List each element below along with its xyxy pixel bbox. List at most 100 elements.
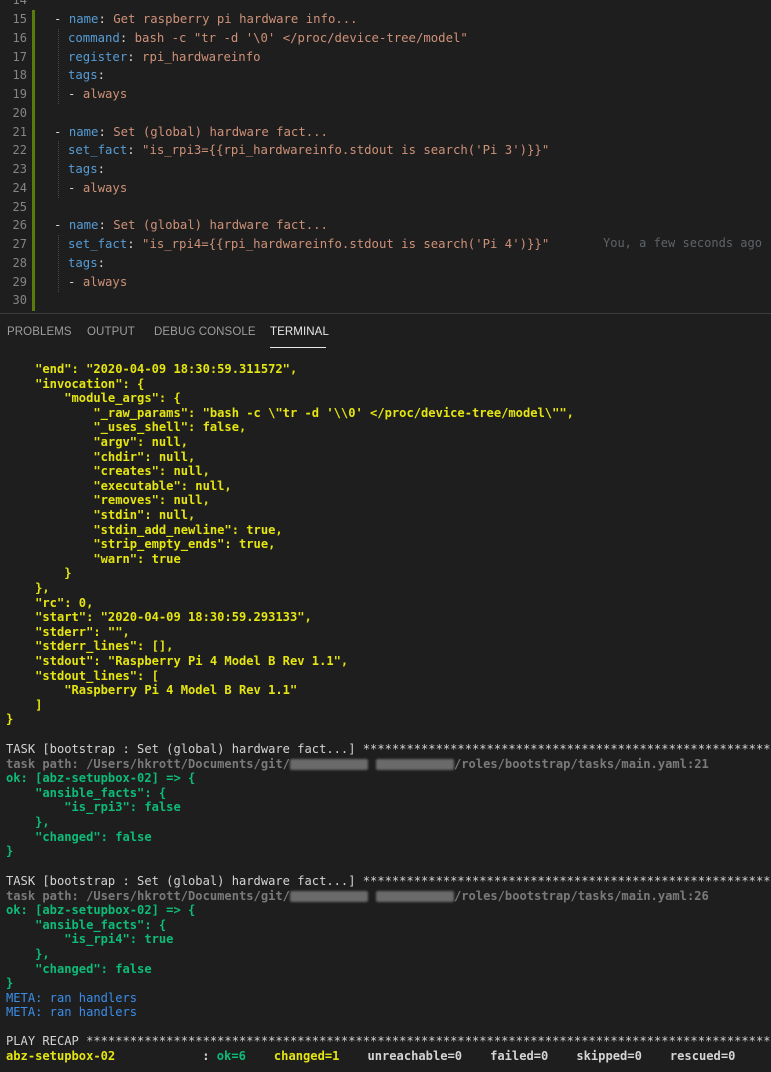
- line-number: 14: [12, 0, 27, 7]
- line-number: 15: [12, 12, 27, 26]
- task-path: task path: /Users/hkrott/Documents/git//…: [6, 888, 709, 903]
- code-line[interactable]: tags:: [68, 254, 105, 273]
- code-line[interactable]: - always: [68, 273, 127, 292]
- recap-ok: ok=6: [216, 1048, 246, 1063]
- task-header: TASK [bootstrap : Set (global) hardware …: [6, 874, 771, 888]
- terminal-line: "chdir": null,: [6, 449, 196, 464]
- terminal-output[interactable]: "end": "2020-04-09 18:30:59.311572", "in…: [0, 350, 771, 1072]
- git-added-indicator: [32, 10, 35, 311]
- terminal-line: "strip_empty_ends": true,: [6, 537, 276, 552]
- code-line[interactable]: tags:: [68, 160, 105, 179]
- line-number: 25: [12, 200, 27, 214]
- play-recap-row: abz-setupbox-02: ok=6 changed=1 unreachabl…: [6, 1048, 736, 1063]
- code-line[interactable]: - always: [68, 179, 127, 198]
- line-number: 28: [12, 256, 27, 270]
- task-header: TASK [bootstrap : Set (global) hardware …: [6, 742, 771, 756]
- terminal-line: }: [6, 976, 14, 991]
- code-editor[interactable]: 14 15 16 17 18 19 20 21 22 23 24 25 26 2…: [0, 0, 771, 313]
- line-number: 29: [12, 275, 27, 289]
- terminal-line: },: [6, 815, 50, 829]
- code-line[interactable]: tags:: [68, 66, 105, 85]
- line-number: 21: [12, 125, 27, 139]
- line-number: 23: [12, 162, 27, 176]
- line-number: 20: [12, 106, 27, 120]
- tab-terminal[interactable]: TERMINAL: [270, 326, 329, 338]
- terminal-line: "stdout": "Raspberry Pi 4 Model B Rev 1.…: [6, 654, 349, 668]
- terminal-line: "warn": true: [6, 551, 181, 566]
- recap-changed: changed=1: [273, 1048, 340, 1063]
- code-line[interactable]: - name: Get raspberry pi hardware info..…: [54, 10, 358, 29]
- meta-line: META: ran handlers: [6, 1005, 138, 1020]
- line-number: 27: [12, 237, 27, 251]
- recap-rescued: rescued=0: [669, 1048, 736, 1063]
- play-recap-header: PLAY RECAP *****************************…: [6, 1034, 771, 1048]
- indent-guide: [58, 235, 59, 292]
- line-number-gutter: 14 15 16 17 18 19 20 21 22 23 24 25 26 2…: [0, 0, 30, 313]
- terminal-line: "changed": false: [6, 829, 152, 844]
- task-path: task path: /Users/hkrott/Documents/git//…: [6, 756, 709, 771]
- code-line[interactable]: - name: Set (global) hardware fact...: [54, 216, 328, 235]
- terminal-line: "stderr_lines": [],: [6, 639, 174, 654]
- task-ok-line: ok: [abz-setupbox-02] => {: [6, 903, 196, 918]
- recap-unreachable: unreachable=0: [367, 1048, 463, 1063]
- terminal-line: "argv": null,: [6, 435, 189, 449]
- redacted-text: [375, 758, 454, 770]
- active-tab-indicator: [270, 347, 326, 348]
- line-number: 30: [12, 293, 27, 307]
- line-number: 16: [12, 31, 27, 45]
- code-line[interactable]: - always: [68, 85, 127, 104]
- terminal-line: "stdin_add_newline": true,: [6, 522, 283, 537]
- panel-tab-bar: PROBLEMS OUTPUT DEBUG CONSOLE TERMINAL: [0, 314, 771, 350]
- terminal-line: "stderr": "",: [6, 624, 130, 639]
- git-blame-annotation: You, a few seconds ago: [603, 236, 762, 250]
- terminal-line: "invocation": {: [6, 376, 145, 391]
- tab-debug-console[interactable]: DEBUG CONSOLE: [154, 326, 256, 338]
- recap-skipped: skipped=0: [576, 1048, 642, 1063]
- recap-failed: failed=0: [490, 1048, 549, 1063]
- recap-host: abz-setupbox-02: [6, 1048, 116, 1063]
- terminal-line: "_raw_params": "bash -c \"tr -d '\\0' </…: [6, 405, 574, 420]
- terminal-line: "stdout_lines": [: [6, 668, 159, 683]
- terminal-line: "removes": null,: [6, 493, 210, 508]
- line-number: 22: [12, 143, 27, 157]
- redacted-text: [289, 890, 368, 902]
- terminal-line: "_uses_shell": false,: [6, 420, 247, 435]
- terminal-line: }: [6, 844, 14, 859]
- terminal-line: "ansible_facts": {: [6, 917, 167, 932]
- task-ok-line: ok: [abz-setupbox-02] => {: [6, 771, 196, 786]
- meta-line: META: ran handlers: [6, 990, 138, 1005]
- terminal-line: "rc": 0,: [6, 595, 94, 610]
- code-line[interactable]: - name: Set (global) hardware fact...: [54, 123, 328, 142]
- terminal-line: "changed": false: [6, 961, 152, 976]
- tab-output[interactable]: OUTPUT: [87, 326, 135, 338]
- terminal-line: }: [6, 566, 72, 581]
- redacted-text: [375, 890, 454, 902]
- code-line[interactable]: set_fact: "is_rpi4={{rpi_hardwareinfo.st…: [68, 235, 549, 254]
- code-line[interactable]: set_fact: "is_rpi3={{rpi_hardwareinfo.st…: [68, 141, 549, 160]
- terminal-line: "Raspberry Pi 4 Model B Rev 1.1": [6, 683, 298, 698]
- line-number: 17: [12, 50, 27, 64]
- terminal-line: },: [6, 947, 50, 961]
- line-number: 19: [12, 87, 27, 101]
- terminal-line: "is_rpi3": false: [6, 800, 181, 815]
- terminal-line: "executable": null,: [6, 478, 232, 493]
- line-number: 26: [12, 218, 27, 232]
- terminal-line: "module_args": {: [6, 391, 181, 406]
- indent-guide: [58, 141, 59, 198]
- terminal-line: "ansible_facts": {: [6, 785, 167, 800]
- terminal-line: "creates": null,: [6, 464, 210, 479]
- terminal-line: "stdin": null,: [6, 508, 196, 522]
- indent-guide: [58, 29, 59, 104]
- terminal-line: "is_rpi4": true: [6, 932, 174, 947]
- code-line[interactable]: register: rpi_hardwareinfo: [68, 48, 261, 67]
- terminal-line: "start": "2020-04-09 18:30:59.293133",: [6, 610, 312, 625]
- line-number: 18: [12, 68, 27, 82]
- code-line[interactable]: command: bash -c "tr -d '\0' </proc/devi…: [68, 29, 468, 48]
- redacted-text: [289, 758, 368, 770]
- terminal-line: }: [6, 712, 14, 727]
- tab-problems[interactable]: PROBLEMS: [7, 326, 72, 338]
- terminal-line: "end": "2020-04-09 18:30:59.311572",: [6, 362, 298, 376]
- terminal-line: },: [6, 581, 50, 595]
- terminal-line: ]: [6, 697, 43, 712]
- line-number: 24: [12, 181, 27, 195]
